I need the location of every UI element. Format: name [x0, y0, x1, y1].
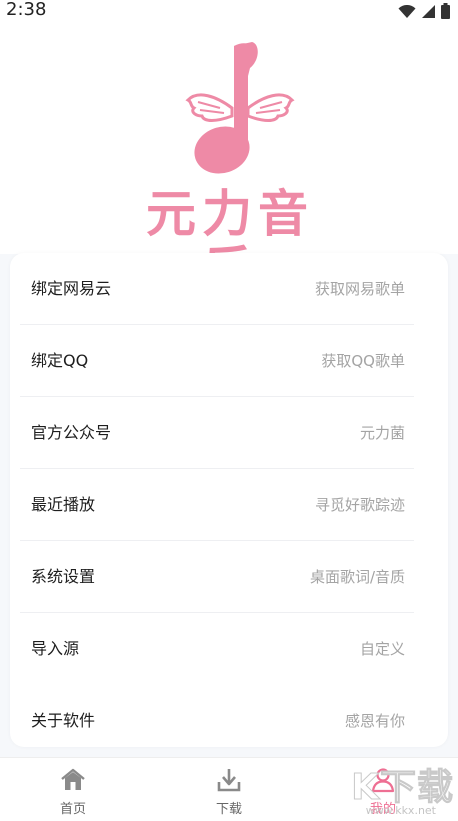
menu-item-label: 官方公众号 [31, 423, 112, 442]
status-time: 2:38 [6, 0, 47, 20]
menu-item-label: 绑定QQ [31, 351, 89, 370]
settings-menu-card: 绑定网易云 获取网易歌单 绑定QQ 获取QQ歌单 官方公众号 元力菌 最近播放 … [10, 253, 448, 747]
wifi-icon [398, 4, 416, 23]
status-icons [398, 3, 450, 23]
menu-item-recent-plays[interactable]: 最近播放 寻觅好歌踪迹 [10, 469, 448, 541]
tab-label: 首页 [59, 802, 86, 817]
music-note-with-wings-icon [185, 42, 295, 174]
menu-item-value: 获取QQ歌单 [321, 352, 405, 370]
menu-item-value: 寻觅好歌踪迹 [314, 496, 405, 514]
menu-item-label: 绑定网易云 [31, 279, 112, 298]
tab-home[interactable]: 首页 [33, 758, 113, 821]
battery-icon [441, 3, 450, 23]
tab-label: 下载 [215, 802, 242, 817]
user-icon [369, 766, 397, 794]
menu-item-label: 关于软件 [31, 711, 96, 730]
profile-header: 元力音乐 [0, 24, 458, 298]
tab-mine[interactable]: 我的 [343, 758, 423, 821]
status-bar: 2:38 [0, 0, 458, 24]
app-logo: 元力音乐 [120, 38, 340, 298]
menu-item-value: 感恩有你 [344, 712, 405, 730]
menu-item-label: 导入源 [31, 639, 80, 658]
menu-item-value: 元力菌 [359, 424, 405, 442]
menu-item-system-settings[interactable]: 系统设置 桌面歌词/音质 [10, 541, 448, 613]
tab-download[interactable]: 下载 [189, 758, 269, 821]
home-icon [59, 766, 87, 794]
menu-item-official-account[interactable]: 官方公众号 元力菌 [10, 397, 448, 469]
menu-item-value: 获取网易歌单 [314, 280, 405, 298]
menu-item-bind-netease[interactable]: 绑定网易云 获取网易歌单 [10, 253, 448, 325]
download-icon [215, 766, 243, 794]
menu-item-value: 自定义 [359, 640, 405, 658]
menu-item-import-source[interactable]: 导入源 自定义 [10, 613, 448, 685]
menu-item-label: 最近播放 [31, 495, 96, 514]
tab-label: 我的 [369, 802, 396, 817]
menu-item-about[interactable]: 关于软件 感恩有你 [10, 685, 448, 747]
menu-item-bind-qq[interactable]: 绑定QQ 获取QQ歌单 [10, 325, 448, 397]
cellular-signal-icon [421, 4, 436, 23]
menu-item-value: 桌面歌词/音质 [309, 568, 405, 586]
bottom-tab-bar: 首页 下载 我的 K下载 www.kkx.net [0, 757, 458, 821]
menu-item-label: 系统设置 [31, 567, 96, 586]
